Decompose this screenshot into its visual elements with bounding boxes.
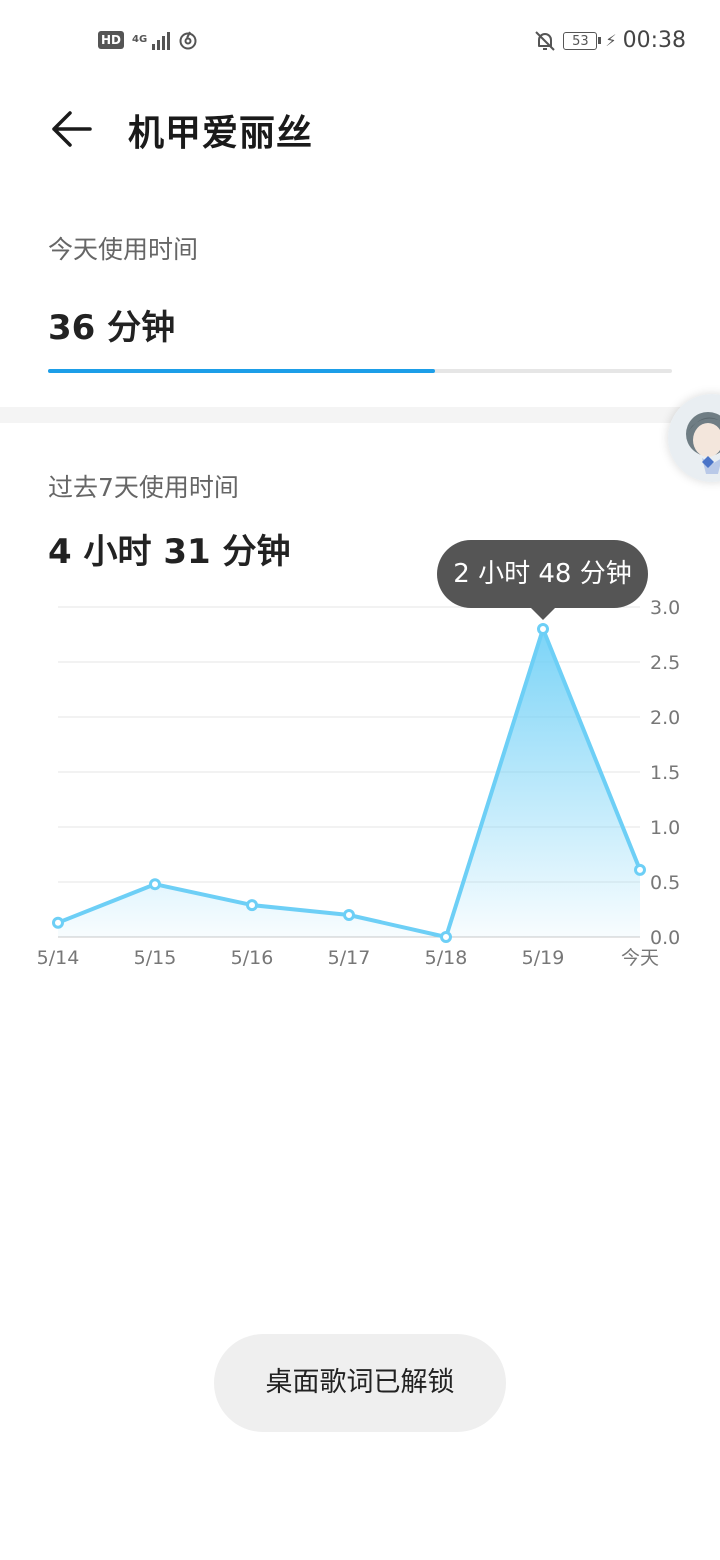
data-point[interactable] (343, 909, 355, 921)
data-point[interactable] (149, 878, 161, 891)
netease-music-icon (179, 31, 197, 50)
page-title: 机甲爱丽丝 (128, 113, 314, 154)
chart-tooltip: 2 小时 48 分钟 (437, 540, 648, 620)
battery-icon: 53 (563, 31, 602, 50)
signal-icon (152, 30, 171, 50)
status-left-group: HD 4G (98, 30, 198, 50)
x-tick-label: 今天 (621, 947, 659, 969)
y-tick-label: 2.0 (650, 707, 680, 729)
x-tick-label: 5/16 (231, 947, 274, 969)
today-usage-progress (48, 369, 672, 373)
status-right-group: 53 ⚡ 00:38 (533, 28, 686, 53)
status-bar: HD 4G 53 ⚡ 00:38 (0, 0, 720, 88)
usage-area-chart[interactable]: 0.0 0.5 1.0 1.5 2.0 2.5 3.0 5/14 5/15 5/16 5/17 5/… (0, 590, 720, 980)
today-usage-progress-fill (48, 369, 435, 373)
y-tick-label: 1.5 (650, 762, 680, 784)
data-point[interactable] (537, 623, 549, 635)
toast-message: 桌面歌词已解锁 (214, 1334, 506, 1432)
network-type-label: 4G (132, 34, 148, 45)
data-point[interactable] (440, 931, 452, 943)
y-tick-label: 0.5 (650, 872, 680, 894)
x-tick-label: 5/14 (37, 947, 80, 969)
data-point[interactable] (246, 899, 258, 912)
today-usage-value: 36 分钟 (48, 308, 176, 348)
today-usage-label: 今天使用时间 (48, 235, 199, 264)
section-divider (0, 407, 720, 423)
week-usage-label: 过去7天使用时间 (48, 473, 239, 502)
x-tick-label: 5/18 (425, 947, 468, 969)
arrow-left-icon[interactable] (46, 104, 96, 154)
x-tick-label: 5/15 (134, 947, 177, 969)
y-tick-label: 3.0 (650, 597, 680, 619)
bell-off-icon (535, 30, 556, 51)
data-point[interactable] (52, 916, 64, 929)
charging-icon: ⚡ (605, 31, 617, 50)
status-time: 00:38 (622, 28, 686, 53)
y-tick-label: 0.0 (650, 927, 680, 949)
x-tick-label: 5/19 (522, 947, 565, 969)
x-tick-label: 5/17 (328, 947, 371, 969)
series-area (58, 629, 640, 937)
y-tick-label: 2.5 (650, 652, 680, 674)
week-usage-value: 4 小时 31 分钟 (48, 532, 291, 572)
data-point[interactable] (634, 863, 646, 876)
y-tick-label: 1.0 (650, 817, 680, 839)
hd-icon: HD (98, 31, 125, 49)
